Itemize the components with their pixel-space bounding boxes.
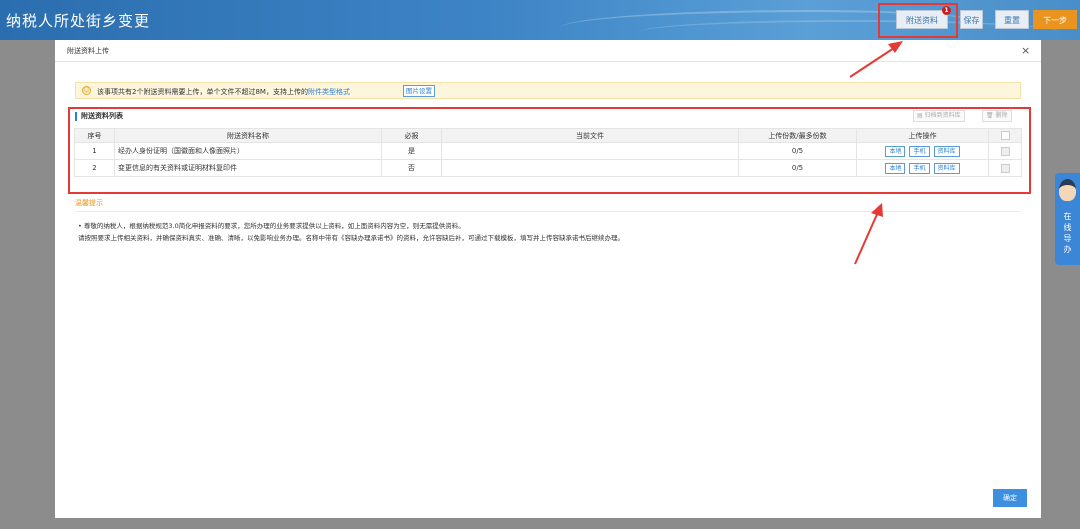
annotation-arrow [849, 45, 898, 78]
arrow-head [871, 203, 883, 217]
annotation-arrow [854, 211, 879, 265]
annotation-arrows [849, 41, 903, 265]
